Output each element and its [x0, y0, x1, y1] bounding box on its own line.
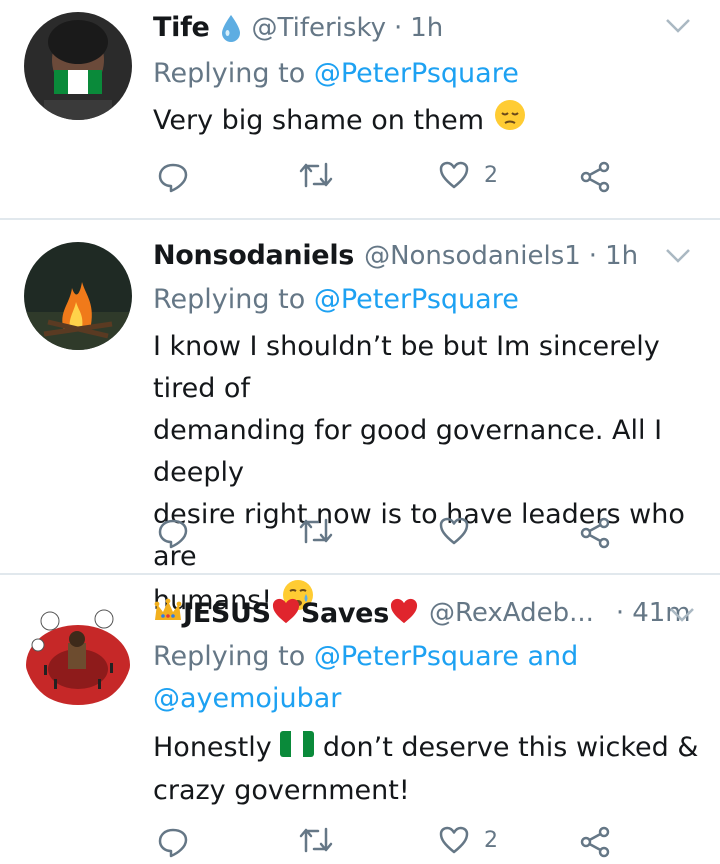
- share-button[interactable]: [578, 516, 612, 550]
- retweet-button[interactable]: [298, 825, 334, 855]
- like-button[interactable]: 2: [438, 825, 498, 855]
- mention-link[interactable]: @PeterPsquare: [314, 58, 519, 89]
- separator-dot: ·: [615, 598, 625, 628]
- display-name[interactable]: Tife: [153, 12, 210, 43]
- share-icon: [580, 826, 610, 858]
- reply-context: Replying to @PeterPsquare and: [153, 641, 578, 672]
- retweet-icon: [299, 518, 333, 544]
- retweet-icon: [299, 162, 333, 188]
- mask-avatar-icon: [24, 12, 132, 120]
- retweet-button[interactable]: [298, 160, 334, 190]
- retweet-icon: [299, 827, 333, 853]
- heart-icon: [439, 826, 469, 854]
- reply-context: Replying to @PeterPsquare: [153, 284, 519, 315]
- mention-joiner: and: [527, 641, 579, 672]
- crown-icon: [153, 598, 183, 628]
- share-icon: [580, 517, 610, 549]
- red-heart-icon: [389, 597, 419, 629]
- heart-icon: [439, 161, 469, 189]
- separator-dot: ·: [393, 12, 403, 43]
- avatar[interactable]: [24, 242, 132, 350]
- avatar[interactable]: [24, 599, 132, 707]
- mention-link[interactable]: @PeterPsquare: [314, 284, 519, 315]
- share-button[interactable]: [578, 825, 612, 859]
- bonfire-avatar-icon: [24, 242, 132, 350]
- tweet-text-line: crazy government!: [153, 774, 410, 806]
- replying-to-label: Replying to: [153, 641, 306, 672]
- retweet-button[interactable]: [298, 516, 334, 546]
- like-count: 2: [484, 162, 498, 188]
- chevron-down-icon[interactable]: [664, 246, 692, 266]
- reply-context: Replying to @PeterPsquare: [153, 58, 519, 89]
- tweet-text: Very big shame on them: [153, 98, 703, 145]
- like-button[interactable]: [438, 516, 484, 546]
- tweet-1[interactable]: Tife @Tiferisky · 1h Replying to @PeterP…: [0, 0, 720, 218]
- replying-to-label: Replying to: [153, 58, 306, 89]
- timestamp[interactable]: 1h: [605, 241, 638, 271]
- reply-button[interactable]: [156, 160, 190, 194]
- user-handle[interactable]: @Nonsodaniels1: [364, 241, 581, 271]
- reply-button[interactable]: [156, 825, 190, 859]
- nigeria-flag-icon: [280, 728, 315, 770]
- chevron-down-icon[interactable]: [668, 605, 696, 625]
- red-heart-icon: [271, 597, 301, 629]
- reply-icon: [158, 163, 188, 193]
- like-button[interactable]: 2: [438, 160, 498, 190]
- tweet-text-part: Honestly: [153, 732, 272, 763]
- chevron-down-icon[interactable]: [664, 16, 692, 36]
- reply-context-line-2: @ayemojubar: [153, 683, 341, 714]
- tweet-text-content: Very big shame on them: [153, 105, 485, 136]
- reply-icon: [158, 519, 188, 549]
- cartoon-avatar-icon: [24, 599, 132, 707]
- separator-dot: ·: [588, 240, 598, 271]
- avatar[interactable]: [24, 12, 132, 120]
- tweet-text-line: demanding for good governance. All I dee…: [153, 415, 663, 488]
- tweet-text-part: don’t deserve this wicked &: [322, 732, 699, 763]
- user-handle[interactable]: @Tiferisky: [252, 13, 386, 43]
- pensive-face-icon: [493, 98, 527, 145]
- display-name[interactable]: Nonsodaniels: [153, 240, 354, 271]
- like-count: 2: [484, 827, 498, 853]
- tweet-3[interactable]: JESUS Saves @RexAdeb... · 41m Replying t…: [0, 575, 720, 864]
- tweet-text-line: I know I shouldn’t be but Im sincerely t…: [153, 331, 660, 404]
- heart-icon: [439, 517, 469, 545]
- share-icon: [580, 161, 610, 193]
- tweet-text: Honestly don’t deserve this wicked & cra…: [153, 727, 703, 812]
- tweet-2[interactable]: Nonsodaniels @Nonsodaniels1 · 1h Replyin…: [0, 220, 720, 616]
- display-name-suffix[interactable]: Saves: [301, 598, 389, 629]
- display-name[interactable]: JESUS: [183, 598, 271, 629]
- timestamp[interactable]: 1h: [410, 13, 443, 43]
- share-button[interactable]: [578, 160, 612, 194]
- droplet-icon: [220, 13, 242, 43]
- replying-to-label: Replying to: [153, 284, 306, 315]
- reply-button[interactable]: [156, 516, 190, 550]
- user-handle[interactable]: @RexAdeb...: [429, 598, 594, 628]
- reply-icon: [158, 828, 188, 858]
- mention-link[interactable]: @PeterPsquare: [314, 641, 519, 672]
- mention-link[interactable]: @ayemojubar: [153, 683, 341, 714]
